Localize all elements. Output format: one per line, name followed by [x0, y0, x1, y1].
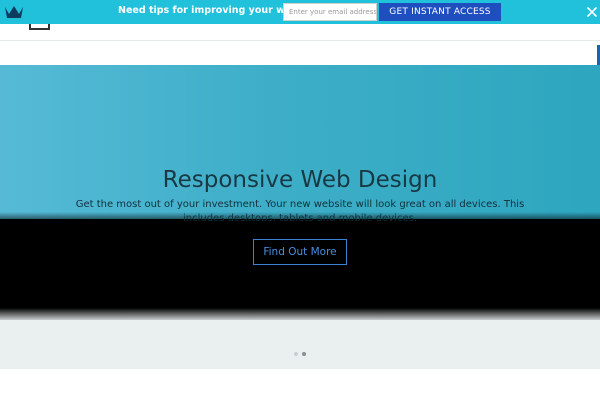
close-icon[interactable] — [586, 6, 598, 18]
find-out-more-button[interactable]: Find Out More — [253, 239, 347, 265]
get-instant-access-button[interactable]: GET INSTANT ACCESS — [379, 3, 501, 21]
crown-icon[interactable] — [4, 4, 24, 20]
email-input[interactable] — [283, 3, 377, 21]
slider-dot-active[interactable] — [302, 352, 306, 356]
site-logo[interactable] — [29, 24, 50, 30]
hero-subtitle: Get the most out of your investment. You… — [75, 199, 525, 210]
promo-bar: Need tips for improving your website? GE… — [0, 0, 600, 24]
hero-subtitle-continued: includes desktops, tablets and mobile de… — [182, 213, 418, 221]
hero-dark-band — [0, 219, 600, 317]
page: Need tips for improving your website? GE… — [0, 0, 600, 400]
hero-title: Responsive Web Design — [162, 167, 438, 193]
site-header — [0, 24, 600, 41]
slider-dot[interactable] — [294, 352, 298, 356]
content-band — [0, 320, 600, 369]
hero-banner — [0, 65, 600, 219]
